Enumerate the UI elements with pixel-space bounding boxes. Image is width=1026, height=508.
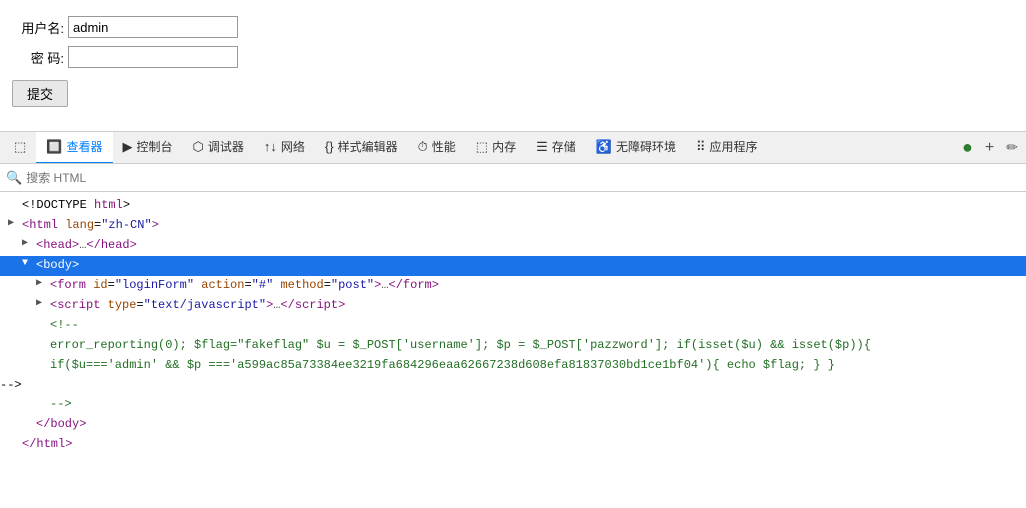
- html-line-11: </body>: [0, 415, 1026, 435]
- devtools-actions: ● + ✏: [958, 135, 1022, 160]
- tab-inspector-label: 查看器: [66, 138, 102, 155]
- form-area: 用户名: 密 码: 提交: [0, 0, 1026, 131]
- html-line-3: <head>…</head>: [0, 236, 1026, 256]
- edit-button[interactable]: ✏: [1002, 137, 1022, 158]
- html-line-1: <!DOCTYPE html>: [0, 196, 1026, 216]
- devtools-panel: ⬚ 🔲 查看器 ▶ 控制台 ⬡ 调试器 ↑↓ 网络 {} 样式编辑器 ⏱ 性能 …: [0, 131, 1026, 459]
- toggle-2[interactable]: [8, 216, 22, 232]
- tab-storage[interactable]: ☰ 存储: [526, 132, 586, 164]
- tab-style-editor[interactable]: {} 样式编辑器: [315, 132, 408, 164]
- toggle-6[interactable]: [36, 296, 50, 312]
- tab-storage-label: 存储: [552, 138, 576, 155]
- source-icon: ⬚: [14, 139, 26, 155]
- apps-icon: ⠿: [696, 139, 706, 155]
- html-line-4[interactable]: <body>: [0, 256, 1026, 276]
- add-element-button[interactable]: +: [981, 137, 998, 159]
- tab-debugger[interactable]: ⬡ 调试器: [183, 132, 254, 164]
- devtools-search-bar: 🔍: [0, 164, 1026, 192]
- password-input[interactable]: [68, 46, 238, 68]
- tab-performance[interactable]: ⏱ 性能: [408, 132, 466, 164]
- password-row: 密 码:: [12, 46, 1014, 68]
- submit-row: 提交: [12, 76, 1014, 107]
- tab-console[interactable]: ▶ 控制台: [113, 132, 183, 164]
- tab-console-label: 控制台: [137, 138, 173, 155]
- html-panel: <!DOCTYPE html> <html lang="zh-CN"> <hea…: [0, 192, 1026, 459]
- tab-memory-label: 内存: [492, 138, 516, 155]
- html-line-2: <html lang="zh-CN">: [0, 216, 1026, 236]
- memory-icon: ⬚: [476, 139, 488, 155]
- html-line-5: <form id="loginForm" action="#" method="…: [0, 276, 1026, 296]
- style-editor-icon: {}: [325, 139, 334, 154]
- tab-debugger-label: 调试器: [208, 138, 244, 155]
- username-row: 用户名:: [12, 16, 1014, 38]
- html-line-10: -->: [0, 395, 1026, 415]
- performance-icon: ⏱: [418, 139, 428, 155]
- html-line-9: if($u==='admin' && $p ==='a599ac85a73384…: [0, 356, 1026, 376]
- tab-accessibility-label: 无障碍环境: [616, 138, 676, 155]
- tab-apps[interactable]: ⠿ 应用程序: [686, 132, 768, 164]
- accessibility-icon: ♿: [596, 139, 612, 155]
- submit-button[interactable]: 提交: [12, 80, 68, 107]
- tab-style-editor-label: 样式编辑器: [338, 138, 398, 155]
- tab-accessibility[interactable]: ♿ 无障碍环境: [586, 132, 686, 164]
- search-icon: 🔍: [6, 170, 22, 186]
- debugger-icon: ⬡: [193, 139, 204, 155]
- toggle-3[interactable]: [22, 236, 36, 252]
- inspector-icon: 🔲: [46, 139, 62, 155]
- html-search-input[interactable]: [26, 171, 1020, 185]
- tab-source[interactable]: ⬚: [4, 132, 36, 164]
- html-line-12: </html>: [0, 435, 1026, 455]
- tab-apps-label: 应用程序: [709, 138, 757, 155]
- username-input[interactable]: [68, 16, 238, 38]
- html-line-8: error_reporting(0); $flag="fakeflag" $u …: [0, 336, 1026, 356]
- storage-icon: ☰: [536, 139, 548, 155]
- console-icon: ▶: [123, 139, 133, 155]
- tab-inspector[interactable]: 🔲 查看器: [36, 132, 112, 164]
- username-label: 用户名:: [12, 18, 64, 37]
- tab-network-label: 网络: [281, 138, 305, 155]
- toggle-4[interactable]: [22, 256, 36, 272]
- tab-network[interactable]: ↑↓ 网络: [254, 132, 315, 164]
- devtools-toolbar: ⬚ 🔲 查看器 ▶ 控制台 ⬡ 调试器 ↑↓ 网络 {} 样式编辑器 ⏱ 性能 …: [0, 132, 1026, 164]
- tab-performance-label: 性能: [432, 138, 456, 155]
- network-icon: ↑↓: [264, 139, 277, 154]
- html-line-6: <script type="text/javascript">…</script…: [0, 296, 1026, 316]
- toggle-5[interactable]: [36, 276, 50, 292]
- password-label: 密 码:: [12, 48, 64, 67]
- more-dot-icon[interactable]: ●: [958, 135, 977, 160]
- html-line-7: <!--: [0, 316, 1026, 336]
- tab-memory[interactable]: ⬚ 内存: [466, 132, 526, 164]
